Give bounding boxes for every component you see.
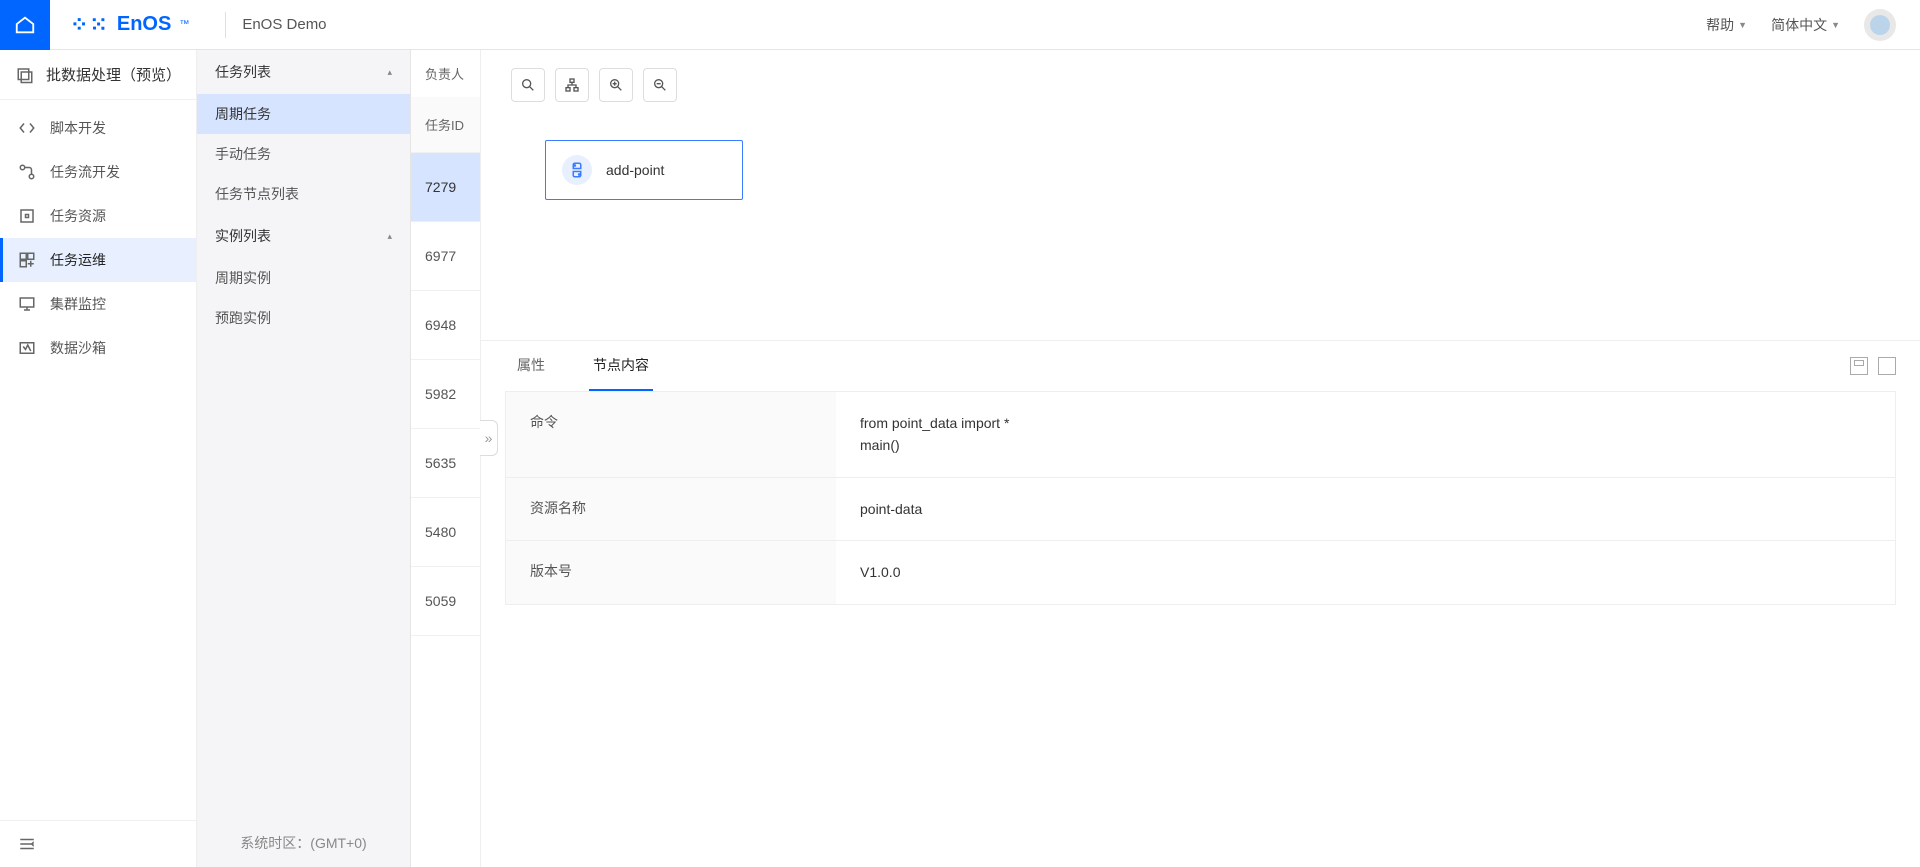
- sn-item-periodic-instance[interactable]: 周期实例: [197, 258, 410, 298]
- search-icon: [520, 77, 536, 93]
- nav-item-flow-dev[interactable]: 任务流开发: [0, 150, 196, 194]
- left-sidebar: 批数据处理（预览） 脚本开发 任务流开发 任务资源 任务运维: [0, 50, 197, 867]
- nav-label: 任务运维: [50, 250, 106, 270]
- chevron-down-icon: ▼: [1831, 20, 1840, 30]
- group-label: 任务列表: [215, 62, 271, 82]
- timezone-label: 系统时区：(GMT+0): [197, 819, 410, 867]
- canvas-area: add-point: [481, 50, 1920, 340]
- layers-icon: [16, 66, 34, 84]
- info-label: 命令: [506, 392, 836, 477]
- info-value: point-data: [836, 478, 1895, 540]
- info-value: from point_data import * main(): [836, 392, 1895, 477]
- nav-label: 脚本开发: [50, 118, 106, 138]
- nav-label: 任务资源: [50, 206, 106, 226]
- language-label: 简体中文: [1771, 15, 1827, 35]
- module-header: 批数据处理（预览）: [0, 50, 196, 100]
- task-row[interactable]: 6948: [411, 291, 480, 360]
- tree-icon: [564, 77, 580, 93]
- nav-item-task-ops[interactable]: 任务运维: [0, 238, 196, 282]
- nav-label: 数据沙箱: [50, 338, 106, 358]
- task-list-panel: 负责人 任务ID 7279 6977 6948 5982 5635 5480 5…: [411, 50, 481, 867]
- nav-item-task-resource[interactable]: 任务资源: [0, 194, 196, 238]
- monitor-icon: [18, 295, 36, 313]
- topbar: ⁘⁙ EnOS ™ EnOS Demo 帮助 ▼ 简体中文 ▼: [0, 0, 1920, 50]
- group-label: 实例列表: [215, 226, 271, 246]
- info-label: 资源名称: [506, 478, 836, 540]
- collapse-sidebar-icon[interactable]: [18, 835, 178, 853]
- nav-label: 集群监控: [50, 294, 106, 314]
- sn-item-periodic-task[interactable]: 周期任务: [197, 94, 410, 134]
- details-panel: 属性 节点内容 命令 from point_data impo: [481, 340, 1920, 867]
- brand-name: EnOS: [117, 13, 171, 36]
- info-row-resource-name: 资源名称 point-data: [506, 478, 1895, 541]
- package-icon: [18, 207, 36, 225]
- zoom-out-button[interactable]: [643, 68, 677, 102]
- tab-properties[interactable]: 属性: [513, 341, 549, 391]
- divider: [225, 12, 226, 38]
- info-row-command: 命令 from point_data import * main(): [506, 392, 1895, 478]
- app-name: EnOS Demo: [242, 16, 326, 33]
- task-row[interactable]: 6977: [411, 222, 480, 291]
- module-title: 批数据处理（预览）: [46, 64, 180, 85]
- sandbox-icon: [18, 339, 36, 357]
- help-link[interactable]: 帮助 ▼: [1706, 15, 1747, 35]
- owner-label: 负责人: [425, 64, 464, 83]
- task-row[interactable]: 7279: [411, 153, 480, 222]
- language-select[interactable]: 简体中文 ▼: [1771, 15, 1840, 35]
- info-row-version: 版本号 V1.0.0: [506, 541, 1895, 603]
- sn-item-task-node-list[interactable]: 任务节点列表: [197, 174, 410, 214]
- avatar[interactable]: [1864, 9, 1896, 41]
- content-area: »: [481, 50, 1920, 867]
- zoom-in-icon: [608, 77, 624, 93]
- node-label: add-point: [606, 162, 664, 178]
- node-add-point[interactable]: add-point: [545, 140, 743, 200]
- canvas-toolbar: [511, 68, 1890, 102]
- zoom-out-icon: [652, 77, 668, 93]
- chevron-up-icon: ▴: [387, 231, 392, 242]
- home-icon[interactable]: [0, 0, 50, 50]
- zoom-in-button[interactable]: [599, 68, 633, 102]
- group-header-task-list[interactable]: 任务列表 ▴: [197, 50, 410, 94]
- chevron-up-icon: ▴: [387, 67, 392, 78]
- chevron-right-icon: »: [485, 430, 493, 446]
- node-info-table: 命令 from point_data import * main() 资源名称 …: [505, 391, 1896, 605]
- nav-label: 任务流开发: [50, 162, 120, 182]
- help-label: 帮助: [1706, 15, 1734, 35]
- avatar-icon: [1870, 15, 1890, 35]
- sn-item-manual-task[interactable]: 手动任务: [197, 134, 410, 174]
- group-header-instance-list[interactable]: 实例列表 ▴: [197, 214, 410, 258]
- details-tabs: 属性 节点内容: [505, 341, 653, 391]
- task-row[interactable]: 5635: [411, 429, 480, 498]
- python-icon: [562, 155, 592, 185]
- logo-icon: ⁘⁙: [70, 12, 109, 38]
- task-row[interactable]: 5059: [411, 567, 480, 636]
- ops-icon: [18, 251, 36, 269]
- nav-item-sandbox[interactable]: 数据沙箱: [0, 326, 196, 370]
- expand-handle[interactable]: »: [480, 420, 498, 456]
- brand-logo[interactable]: ⁘⁙ EnOS ™: [50, 12, 209, 38]
- restore-panel-icon[interactable]: [1850, 357, 1868, 375]
- tree-button[interactable]: [555, 68, 589, 102]
- task-row[interactable]: 5480: [411, 498, 480, 567]
- task-row[interactable]: 5982: [411, 360, 480, 429]
- maximize-panel-icon[interactable]: [1878, 357, 1896, 375]
- search-button[interactable]: [511, 68, 545, 102]
- task-id-column-header: 任务ID: [411, 97, 480, 153]
- chevron-down-icon: ▼: [1738, 20, 1747, 30]
- info-value: V1.0.0: [836, 541, 1895, 603]
- nav-item-cluster-monitor[interactable]: 集群监控: [0, 282, 196, 326]
- nav-item-script-dev[interactable]: 脚本开发: [0, 106, 196, 150]
- flow-icon: [18, 163, 36, 181]
- tab-node-content[interactable]: 节点内容: [589, 341, 653, 391]
- sn-item-prerun-instance[interactable]: 预跑实例: [197, 298, 410, 338]
- secondary-sidebar: 任务列表 ▴ 周期任务 手动任务 任务节点列表 实例列表 ▴ 周期实例 预跑实例…: [197, 50, 411, 867]
- code-icon: [18, 119, 36, 137]
- info-label: 版本号: [506, 541, 836, 603]
